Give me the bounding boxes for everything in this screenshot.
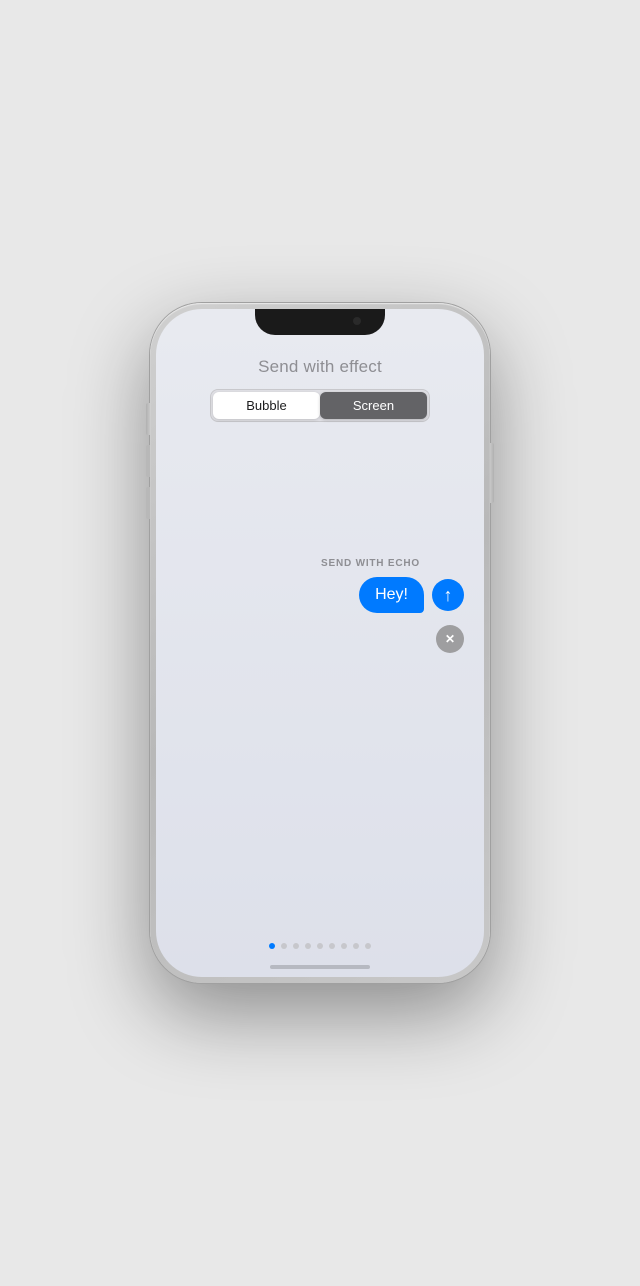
dot-7[interactable]: [341, 943, 347, 949]
home-indicator: [270, 965, 370, 969]
message-bubble: Hey!: [359, 577, 424, 613]
dot-1[interactable]: [269, 943, 275, 949]
dot-5[interactable]: [317, 943, 323, 949]
title-area: Send with effect: [156, 339, 484, 389]
dot-4[interactable]: [305, 943, 311, 949]
tabs-wrapper: Bubble Screen: [210, 389, 430, 422]
phone-screen: Send with effect Bubble Screen SEND WITH…: [156, 309, 484, 977]
close-button[interactable]: [436, 625, 464, 653]
dot-8[interactable]: [353, 943, 359, 949]
tab-bubble[interactable]: Bubble: [213, 392, 320, 419]
phone-frame: Send with effect Bubble Screen SEND WITH…: [150, 303, 490, 983]
message-row: Hey!: [359, 577, 464, 613]
page-title: Send with effect: [258, 357, 382, 376]
notch: [255, 309, 385, 335]
dot-6[interactable]: [329, 943, 335, 949]
page-dots: [156, 933, 484, 965]
screen-content: Send with effect Bubble Screen SEND WITH…: [156, 309, 484, 977]
dot-3[interactable]: [293, 943, 299, 949]
tabs-container: Bubble Screen: [156, 389, 484, 438]
dot-9[interactable]: [365, 943, 371, 949]
send-button[interactable]: [432, 579, 464, 611]
echo-section: SEND WITH ECHO Hey!: [321, 558, 464, 653]
echo-label: SEND WITH ECHO: [321, 558, 420, 569]
dot-2[interactable]: [281, 943, 287, 949]
tab-screen[interactable]: Screen: [320, 392, 427, 419]
message-area: SEND WITH ECHO Hey!: [156, 438, 484, 933]
